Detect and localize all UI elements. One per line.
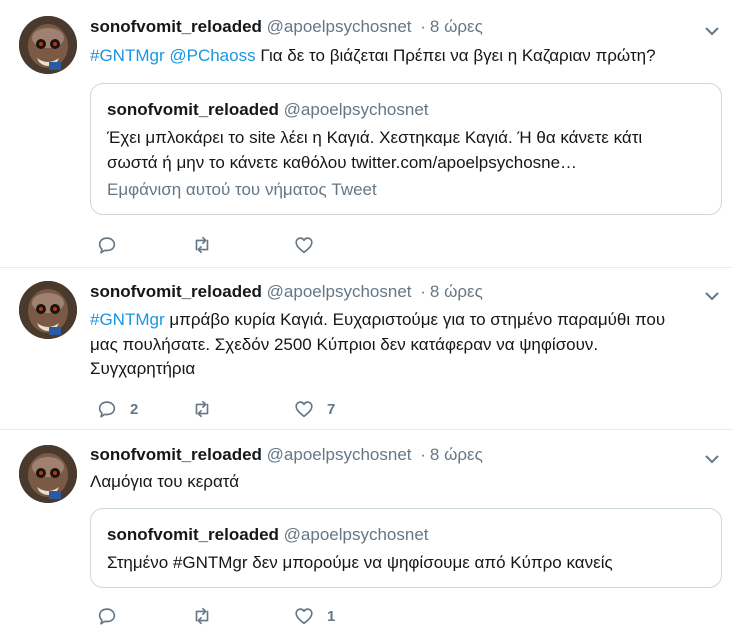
like-count: 7 bbox=[327, 400, 336, 418]
timestamp[interactable]: 8 ώρες bbox=[430, 445, 483, 464]
chevron-down-icon[interactable] bbox=[703, 22, 721, 40]
tweet[interactable]: sonofvomit_reloaded @apoelpsychosnet · 8 … bbox=[0, 268, 733, 430]
display-name[interactable]: sonofvomit_reloaded bbox=[90, 17, 262, 36]
quoted-display-name: sonofvomit_reloaded bbox=[107, 100, 279, 119]
user-handle[interactable]: @apoelpsychosnet bbox=[267, 445, 412, 464]
separator-dot: · bbox=[420, 17, 426, 36]
user-handle[interactable]: @apoelpsychosnet bbox=[267, 17, 412, 36]
quoted-text-line: Έχει μπλοκάρει το site λέει η Καγιά. Χεσ… bbox=[107, 128, 643, 147]
reply-button[interactable]: 2 bbox=[96, 397, 138, 421]
tweet-text-segment: μας πουλήσατε. Σχεδόν 2500 Κύπριοι δεν κ… bbox=[90, 334, 599, 354]
retweet-button[interactable] bbox=[191, 233, 225, 257]
avatar[interactable] bbox=[19, 445, 77, 503]
tweet-text: #GNTMgr μπράβο κυρία Καγιά. Ευχαριστούμε… bbox=[90, 308, 720, 382]
retweet-icon bbox=[195, 607, 209, 625]
tweet-header: sonofvomit_reloaded @apoelpsychosnet · 8 … bbox=[90, 282, 483, 302]
separator-dot: · bbox=[420, 282, 426, 301]
tweet[interactable]: sonofvomit_reloaded @apoelpsychosnet · 8 … bbox=[0, 0, 733, 268]
separator-dot: · bbox=[420, 445, 426, 464]
timestamp[interactable]: 8 ώρες bbox=[430, 17, 483, 36]
tweet-header: sonofvomit_reloaded @apoelpsychosnet · 8 … bbox=[90, 17, 483, 37]
chevron-down-icon[interactable] bbox=[703, 450, 721, 468]
reply-count: 2 bbox=[130, 400, 139, 418]
tweet[interactable]: sonofvomit_reloaded @apoelpsychosnet · 8 … bbox=[0, 430, 733, 634]
quoted-text-line: σωστά ή μην το κάνετε καθόλου twitter.co… bbox=[107, 153, 578, 172]
like-icon bbox=[295, 401, 313, 418]
tweet-text-segment: μπράβο κυρία Καγιά. Ευχαριστούμε για το … bbox=[164, 310, 666, 329]
like-button[interactable]: 1 bbox=[293, 604, 335, 628]
reply-button[interactable] bbox=[96, 604, 130, 628]
quoted-tweet-text: Στημένο #GNTMgr δεν μπορούμε να ψηφίσουμ… bbox=[107, 553, 613, 572]
like-button[interactable]: 7 bbox=[293, 397, 335, 421]
avatar-image bbox=[19, 16, 77, 74]
avatar[interactable] bbox=[19, 16, 77, 74]
tweet-text-segment: Για δε το βιάζεται Πρέπει να βγει η Καζα… bbox=[255, 46, 656, 65]
retweet-button[interactable] bbox=[191, 604, 225, 628]
avatar-image bbox=[19, 281, 77, 339]
tweet-text: Λαμόγια του κερατά bbox=[90, 470, 720, 495]
mention-link[interactable]: @PChaoss bbox=[169, 46, 255, 65]
quoted-display-name: sonofvomit_reloaded bbox=[107, 525, 279, 544]
quoted-user-handle: @apoelpsychosnet bbox=[283, 525, 429, 544]
like-icon bbox=[295, 237, 313, 254]
display-name[interactable]: sonofvomit_reloaded bbox=[90, 445, 262, 464]
avatar[interactable] bbox=[19, 281, 77, 339]
reply-icon bbox=[98, 608, 116, 625]
quoted-user-handle: @apoelpsychosnet bbox=[283, 100, 429, 119]
display-name[interactable]: sonofvomit_reloaded bbox=[90, 282, 262, 301]
tweet-text-segment: Λαμόγια του κερατά bbox=[90, 472, 240, 491]
tweet-text: #GNTMgr @PChaoss Για δε το βιάζεται Πρέπ… bbox=[90, 44, 720, 69]
quoted-tweet-text: Έχει μπλοκάρει το site λέει η Καγιά. Χεσ… bbox=[107, 125, 707, 175]
retweet-button[interactable] bbox=[191, 397, 225, 421]
retweet-icon bbox=[195, 400, 209, 418]
hashtag-link[interactable]: #GNTMgr bbox=[90, 310, 165, 329]
chevron-down-icon[interactable] bbox=[703, 287, 721, 305]
quoted-tweet-header: sonofvomit_reloaded @apoelpsychosnet bbox=[107, 100, 429, 120]
reply-icon bbox=[98, 401, 116, 418]
show-thread-link[interactable]: Εμφάνιση αυτού του νήματος Tweet bbox=[107, 180, 377, 200]
like-icon bbox=[295, 608, 313, 625]
reply-button[interactable] bbox=[96, 233, 130, 257]
timestamp[interactable]: 8 ώρες bbox=[430, 282, 483, 301]
tweet-header: sonofvomit_reloaded @apoelpsychosnet · 8 … bbox=[90, 445, 483, 465]
like-button[interactable] bbox=[293, 233, 327, 257]
tweet-text-segment: Συγχαρητήρια bbox=[90, 359, 196, 378]
user-handle[interactable]: @apoelpsychosnet bbox=[267, 282, 412, 301]
quoted-tweet[interactable]: sonofvomit_reloaded @apoelpsychosnet Στη… bbox=[90, 508, 722, 588]
quoted-tweet[interactable]: sonofvomit_reloaded @apoelpsychosnet Έχε… bbox=[90, 83, 722, 215]
avatar-image bbox=[19, 445, 77, 503]
quoted-tweet-header: sonofvomit_reloaded @apoelpsychosnet bbox=[107, 525, 429, 545]
like-count: 1 bbox=[327, 607, 336, 625]
reply-icon bbox=[98, 237, 116, 254]
retweet-icon bbox=[195, 236, 209, 254]
hashtag-link[interactable]: #GNTMgr bbox=[90, 46, 165, 65]
